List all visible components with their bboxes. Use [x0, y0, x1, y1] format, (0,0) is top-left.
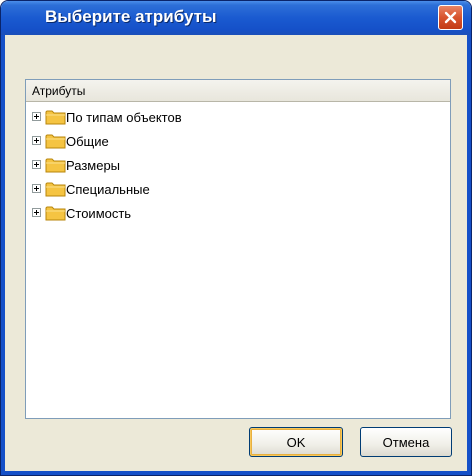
folder-icon [45, 158, 66, 173]
close-button[interactable] [438, 5, 463, 30]
expand-plus-icon[interactable] [32, 112, 41, 121]
tree-item-by-object-types[interactable]: По типам объектов [32, 108, 432, 128]
dialog-window: Выберите атрибуты Атрибуты По типам объе… [0, 0, 472, 476]
dialog-title: Выберите атрибуты [45, 7, 217, 26]
attributes-column-header[interactable]: Атрибуты [26, 80, 450, 102]
tree-item-special[interactable]: Специальные [32, 180, 432, 200]
tree-item-general[interactable]: Общие [32, 132, 432, 152]
title-bar[interactable]: Выберите атрибуты [1, 1, 471, 35]
window-frame-bottom [1, 471, 471, 475]
tree-item-sizes[interactable]: Размеры [32, 156, 432, 176]
expand-plus-icon[interactable] [32, 208, 41, 217]
tree-item-label: Общие [66, 134, 109, 149]
folder-icon [45, 134, 66, 149]
window-frame-right [467, 35, 471, 475]
close-icon [444, 11, 457, 24]
folder-icon [45, 206, 66, 221]
tree-item-label: Размеры [66, 158, 121, 173]
folder-icon [45, 110, 66, 125]
folder-icon [45, 182, 66, 197]
tree-item-cost[interactable]: Стоимость [32, 204, 432, 224]
cancel-button[interactable]: Отмена [360, 427, 452, 457]
expand-plus-icon[interactable] [32, 160, 41, 169]
window-frame-left [1, 35, 5, 475]
expand-plus-icon[interactable] [32, 136, 41, 145]
tree-item-label: Стоимость [66, 206, 132, 221]
attributes-header-label: Атрибуты [32, 84, 86, 98]
expand-plus-icon[interactable] [32, 184, 41, 193]
tree-item-label: Специальные [66, 182, 150, 197]
attributes-panel: Атрибуты По типам объектов Общие Размеры… [25, 79, 451, 419]
ok-button[interactable]: OK [249, 427, 343, 457]
tree-item-label: По типам объектов [66, 110, 182, 125]
